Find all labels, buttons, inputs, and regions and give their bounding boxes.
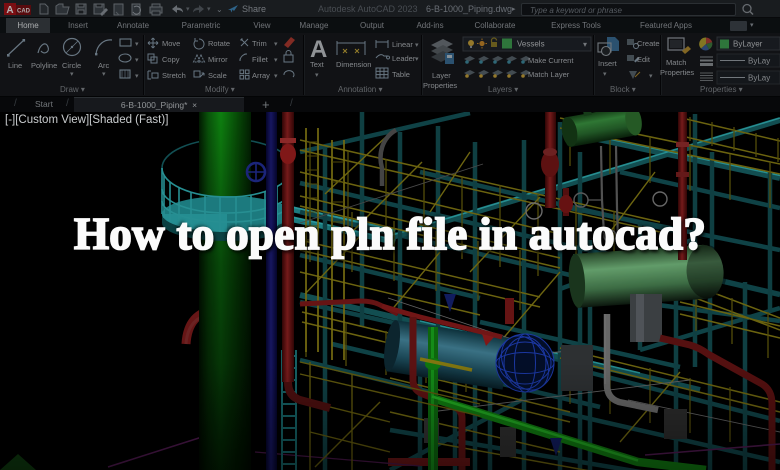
svg-text:Vessels: Vessels <box>517 40 545 49</box>
svg-text:ByLay: ByLay <box>748 57 770 66</box>
svg-text:Fillet: Fillet <box>252 55 269 64</box>
svg-text:▾: ▾ <box>415 42 419 49</box>
svg-text:Line: Line <box>8 61 22 70</box>
svg-text:▾: ▾ <box>274 41 278 48</box>
svg-text:Arc: Arc <box>98 61 110 70</box>
svg-text:Rotate: Rotate <box>208 39 230 48</box>
svg-text:ByLay: ByLay <box>748 74 770 83</box>
svg-text:▾: ▾ <box>603 71 607 78</box>
svg-text:Properties: Properties <box>660 68 694 77</box>
svg-text:CAD: CAD <box>17 9 31 15</box>
svg-text:▾: ▾ <box>135 73 139 80</box>
svg-text:▾: ▾ <box>186 6 190 13</box>
svg-text:Match Layer: Match Layer <box>528 70 570 79</box>
svg-text:▾: ▾ <box>135 41 139 48</box>
svg-text:▾: ▾ <box>415 56 419 63</box>
svg-text:Stretch: Stretch <box>162 71 186 80</box>
svg-text:Circle: Circle <box>62 61 81 70</box>
svg-text:▾: ▾ <box>70 71 74 78</box>
svg-text:Layer: Layer <box>432 71 451 80</box>
svg-text:▾: ▾ <box>315 72 319 79</box>
svg-text:Text: Text <box>310 60 325 69</box>
svg-text:Copy: Copy <box>162 55 180 64</box>
svg-text:▾: ▾ <box>274 57 278 64</box>
svg-text:▾: ▾ <box>102 71 106 78</box>
svg-text:Array: Array <box>252 71 270 80</box>
svg-text:▾: ▾ <box>135 57 139 64</box>
svg-text:▾: ▾ <box>207 6 211 13</box>
svg-text:▾: ▾ <box>583 40 587 49</box>
svg-text:⌄: ⌄ <box>216 5 223 14</box>
svg-text:Make Current: Make Current <box>528 56 574 65</box>
svg-text:Mirror: Mirror <box>208 55 228 64</box>
svg-text:Create: Create <box>637 39 660 48</box>
svg-text:Scale: Scale <box>208 71 227 80</box>
svg-text:Properties: Properties <box>423 81 457 90</box>
svg-text:Edit: Edit <box>637 55 651 64</box>
svg-text:A: A <box>6 5 13 16</box>
svg-text:A: A <box>310 36 327 63</box>
svg-text:Dimension: Dimension <box>336 60 371 69</box>
svg-text:▾: ▾ <box>274 73 278 80</box>
svg-text:▾: ▾ <box>649 73 653 80</box>
svg-text:Trim: Trim <box>252 39 267 48</box>
svg-text:Leader: Leader <box>392 54 416 63</box>
svg-text:Table: Table <box>392 70 410 79</box>
svg-text:Move: Move <box>162 39 180 48</box>
svg-text:Match: Match <box>666 58 686 67</box>
svg-text:Polyline: Polyline <box>31 61 57 70</box>
svg-text:ByLayer: ByLayer <box>733 40 763 49</box>
svg-text:Insert: Insert <box>598 59 618 68</box>
svg-text:Linear: Linear <box>392 40 413 49</box>
